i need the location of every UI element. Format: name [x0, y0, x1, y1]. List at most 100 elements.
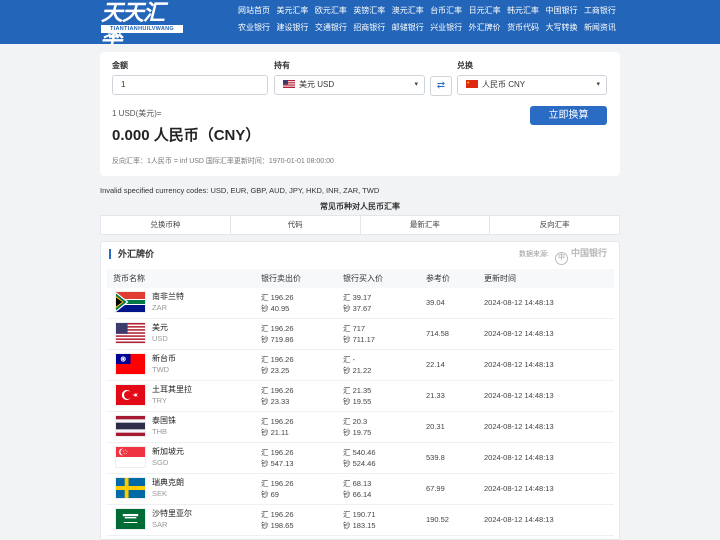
update-time: 2024-08-12 14:48:13 — [484, 422, 554, 431]
nav-item[interactable]: 新闻资讯 — [584, 21, 616, 34]
sell-transfer: 汇 196.26 — [261, 417, 294, 426]
thailand-flag-icon — [115, 415, 146, 437]
us-flag-icon — [115, 322, 146, 344]
swap-icon[interactable]: ⇄ — [430, 76, 452, 96]
update-time: 2024-08-12 14:48:13 — [484, 298, 554, 307]
currency-code: TWD — [152, 365, 170, 374]
nav-item[interactable]: 外汇牌价 — [469, 21, 501, 34]
table-header-cell: 更新时间 — [484, 274, 516, 283]
table-body: 南非兰特 ZAR 汇 196.26 钞 40.95 汇 39.17 钞 37.6… — [107, 288, 614, 536]
nav-item[interactable]: 台币汇率 — [430, 4, 462, 17]
buy-transfer: 汇 21.35 — [343, 386, 372, 395]
caret-down-icon: ▾ — [596, 81, 600, 88]
currency-code: THB — [152, 427, 167, 436]
update-time: 2024-08-12 14:48:13 — [484, 391, 554, 400]
nav-item[interactable]: 美元汇率 — [276, 4, 308, 17]
reverse-rate-text: 反向汇率：1人民币 = inf USD 国际汇率更新时间：1970-01-01 … — [112, 158, 334, 165]
sell-cash: 钞 69 — [261, 490, 279, 499]
logo-subtext: TIANTIANHUILVWANG — [101, 25, 183, 33]
table-row[interactable]: 新加坡元 SGD 汇 196.26 钞 547.13 汇 540.46 钞 52… — [107, 443, 614, 474]
result-equation: 1 USD(美元)= — [112, 109, 162, 118]
buy-cash: 钞 66.14 — [343, 490, 372, 499]
buy-transfer: 汇 540.46 — [343, 448, 376, 457]
table-row[interactable]: 沙特里亚尔 SAR 汇 196.26 钞 198.65 汇 190.71 钞 1… — [107, 505, 614, 536]
update-time: 2024-08-12 14:48:13 — [484, 484, 554, 493]
result-value: 0.000 人民币（CNY） — [112, 127, 261, 144]
reference-price: 714.58 — [426, 329, 449, 338]
south-africa-flag-icon — [115, 291, 146, 313]
exchange-currency-select[interactable]: 人民币 CNY ▾ — [457, 75, 607, 95]
nav-item[interactable]: 英镑汇率 — [353, 4, 385, 17]
table-header-cell: 银行卖出价 — [261, 274, 301, 283]
buy-cash: 钞 19.75 — [343, 428, 372, 437]
nav-item[interactable]: 建设银行 — [276, 21, 308, 34]
table-row[interactable]: 新台币 TWD 汇 196.26 钞 23.25 汇 - 钞 21.22 22.… — [107, 350, 614, 381]
sell-transfer: 汇 196.26 — [261, 479, 294, 488]
nav-item[interactable]: 网站首页 — [238, 4, 270, 17]
fx-rates-panel: 外汇牌价 数据来源: 中中国银行 货币名称 银行卖出价 银行买入价 参考价 更新… — [100, 241, 620, 540]
sell-cash: 钞 547.13 — [261, 459, 294, 468]
table-row[interactable]: 瑞典克朗 SEK 汇 196.26 钞 69 汇 68.13 钞 66.14 6… — [107, 474, 614, 505]
sell-cash: 钞 23.33 — [261, 397, 290, 406]
hold-currency-select[interactable]: 美元 USD ▾ — [274, 75, 425, 95]
buy-cash: 钞 524.46 — [343, 459, 376, 468]
nav-item[interactable]: 货币代码 — [507, 21, 539, 34]
reference-price: 67.99 — [426, 484, 445, 493]
sweden-flag-icon — [115, 477, 146, 499]
common-rates-header: 兑换币种 代码 最新汇率 反向汇率 — [100, 215, 620, 235]
currency-name: 土耳其里拉 — [152, 385, 192, 394]
convert-button[interactable]: 立即换算 — [530, 106, 607, 125]
nav-item[interactable]: 邮储银行 — [392, 21, 424, 34]
nav-item[interactable]: 澳元汇率 — [392, 4, 424, 17]
bank-logo: 中中国银行 — [555, 244, 613, 265]
reference-price: 190.52 — [426, 515, 449, 524]
currency-name: 美元 — [152, 323, 168, 332]
nav-item[interactable]: 欧元汇率 — [315, 4, 347, 17]
error-message: Invalid specified currency codes: USD, E… — [100, 186, 380, 195]
nav-item[interactable]: 韩元汇率 — [507, 4, 539, 17]
table-row[interactable]: 泰国铢 THB 汇 196.26 钞 21.11 汇 20.3 钞 19.75 … — [107, 412, 614, 443]
nav-item[interactable]: 日元汇率 — [469, 4, 501, 17]
nav-item[interactable]: 招商银行 — [353, 21, 385, 34]
currency-name: 南非兰特 — [152, 292, 184, 301]
table-row[interactable]: 土耳其里拉 TRY 汇 196.26 钞 23.33 汇 21.35 钞 19.… — [107, 381, 614, 412]
nav-item[interactable]: 农业银行 — [238, 21, 270, 34]
currency-code: TRY — [152, 396, 167, 405]
nav-item[interactable]: 工商银行 — [584, 4, 616, 17]
buy-cash: 钞 711.17 — [343, 335, 375, 344]
table-row[interactable]: 美元 USD 汇 196.26 钞 719.86 汇 717 钞 711.17 … — [107, 319, 614, 350]
caret-down-icon: ▾ — [414, 81, 418, 88]
update-time: 2024-08-12 14:48:13 — [484, 360, 554, 369]
cn-flag-icon — [466, 77, 478, 88]
nav-item[interactable]: 中国银行 — [546, 4, 578, 17]
buy-transfer: 汇 - — [343, 355, 356, 364]
amount-input[interactable]: 1 — [112, 75, 268, 95]
reference-price: 539.8 — [426, 453, 445, 462]
sell-transfer: 汇 196.26 — [261, 386, 294, 395]
reference-price: 39.04 — [426, 298, 445, 307]
converter-card: 金额 1 持有 美元 USD ▾ ⇄ 兑换 人民币 CNY ▾ 1 USD(美元… — [100, 52, 620, 176]
sell-transfer: 汇 196.26 — [261, 324, 294, 333]
source-label: 数据来源: — [519, 251, 549, 258]
sell-transfer: 汇 196.26 — [261, 448, 294, 457]
table-header-cell: 参考价 — [426, 274, 450, 283]
nav-item[interactable]: 兴业银行 — [430, 21, 462, 34]
site-logo[interactable]: 天天汇率 TIANTIANHUILVWANG — [101, 2, 183, 50]
bank-name: 中国银行 — [571, 248, 608, 258]
sell-transfer: 汇 196.26 — [261, 510, 294, 519]
exchange-label: 兑换 — [457, 61, 473, 70]
nav-item[interactable]: 交通银行 — [315, 21, 347, 34]
buy-transfer: 汇 190.71 — [343, 510, 376, 519]
currency-name: 瑞典克朗 — [152, 478, 184, 487]
buy-cash: 钞 37.67 — [343, 304, 372, 313]
currency-code: ZAR — [152, 303, 167, 312]
table-row[interactable]: 南非兰特 ZAR 汇 196.26 钞 40.95 汇 39.17 钞 37.6… — [107, 288, 614, 319]
taiwan-flag-icon — [115, 353, 146, 375]
update-time: 2024-08-12 14:48:13 — [484, 453, 554, 462]
bank-emblem-icon: 中 — [555, 252, 568, 265]
amount-label: 金额 — [112, 61, 128, 70]
saudi-arabia-flag-icon — [115, 508, 146, 530]
exchange-currency-value: 人民币 CNY — [482, 80, 526, 89]
nav-item[interactable]: 大写转换 — [546, 21, 578, 34]
sell-cash: 钞 40.95 — [261, 304, 290, 313]
